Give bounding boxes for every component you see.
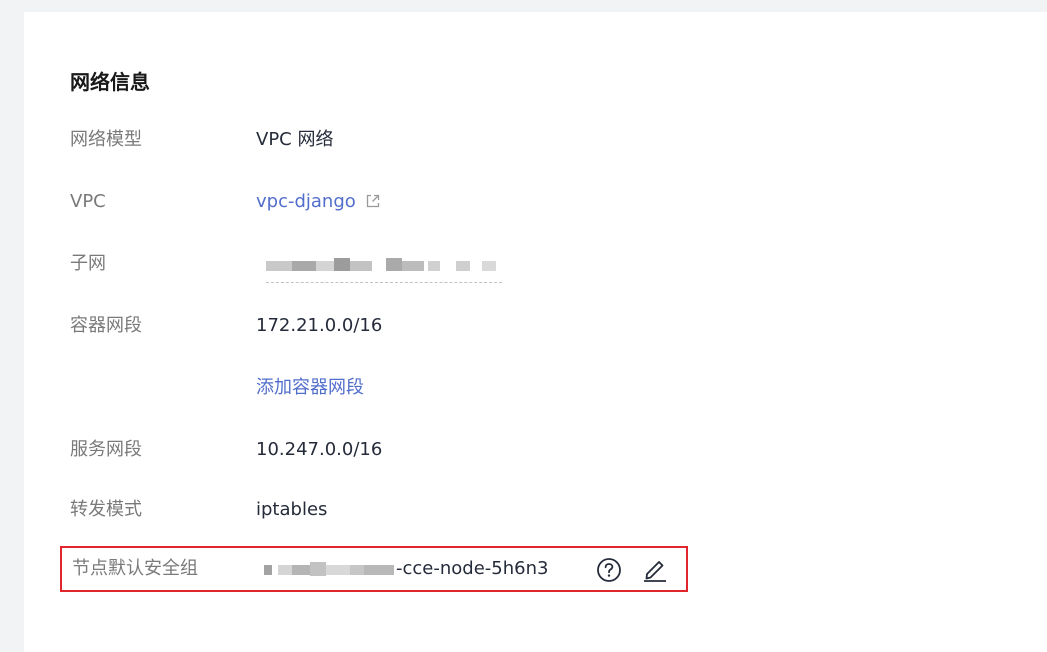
- security-group-value[interactable]: -cce-node-5h6n3: [396, 555, 548, 583]
- container-cidr-value: 172.21.0.0/16: [256, 315, 383, 336]
- service-cidr-label: 服务网段: [70, 439, 142, 460]
- service-cidr-value: 10.247.0.0/16: [256, 439, 383, 460]
- forward-mode-value: iptables: [256, 499, 328, 520]
- add-container-cidr-link[interactable]: 添加容器网段: [256, 374, 364, 402]
- security-group-prefix-blurred: [264, 562, 396, 576]
- subnet-label: 子网: [70, 253, 106, 274]
- question-circle-icon[interactable]: [596, 557, 622, 583]
- external-link-icon[interactable]: [365, 193, 381, 209]
- vpc-link-wrapper[interactable]: vpc-django: [256, 188, 381, 216]
- security-group-label: 节点默认安全组: [72, 558, 198, 579]
- pencil-edit-icon[interactable]: [642, 555, 668, 583]
- container-cidr-label: 容器网段: [70, 315, 142, 336]
- subnet-value-blurred[interactable]: [266, 252, 502, 283]
- vpc-link[interactable]: vpc-django: [256, 191, 356, 212]
- forward-mode-label: 转发模式: [70, 499, 142, 520]
- security-group-highlight-box: 节点默认安全组 -cce-node-5h6n3: [60, 546, 688, 592]
- vpc-label: VPC: [70, 191, 106, 212]
- network-model-value: VPC 网络: [256, 129, 334, 150]
- section-title: 网络信息: [70, 70, 150, 94]
- network-model-label: 网络模型: [70, 129, 142, 150]
